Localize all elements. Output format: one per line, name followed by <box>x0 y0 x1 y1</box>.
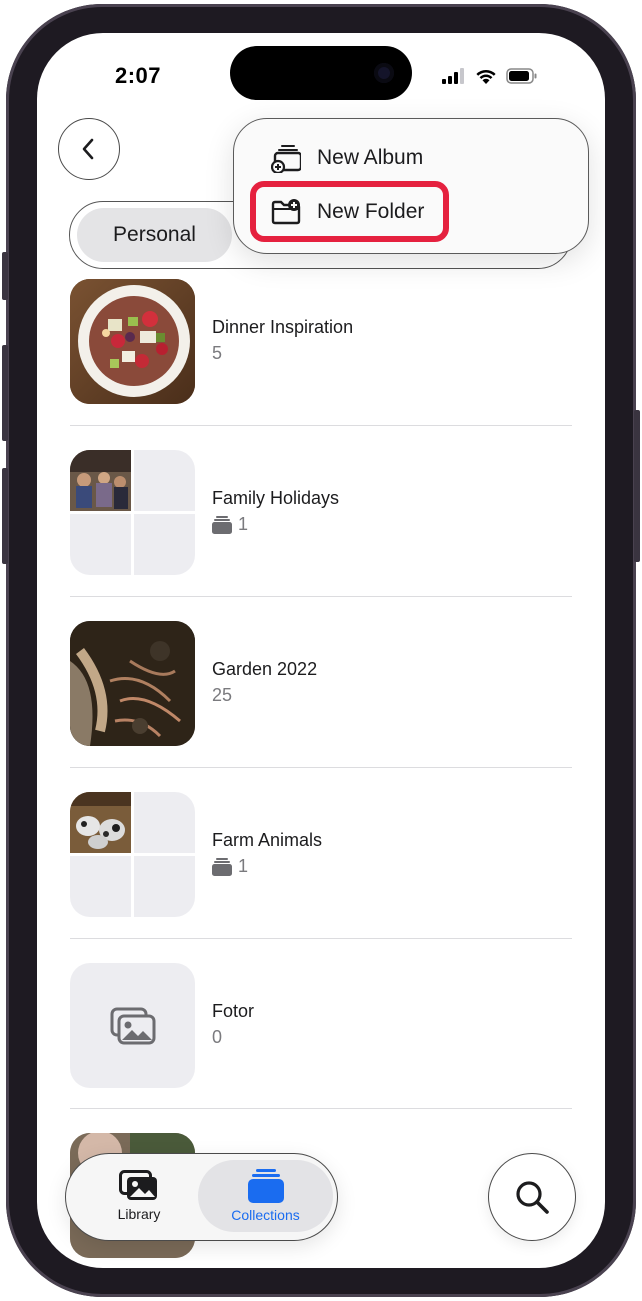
album-row-fotor[interactable]: Fotor 0 <box>70 963 572 1088</box>
folder-thumb-photo <box>70 450 131 511</box>
folder-thumb-empty <box>134 856 195 917</box>
volume-down-button <box>2 468 8 564</box>
row-divider <box>70 938 572 939</box>
album-count-value: 0 <box>212 1027 223 1047</box>
row-divider <box>70 1108 572 1109</box>
folder-title: Farm Animals <box>212 830 323 850</box>
animals-photo <box>70 792 131 853</box>
status-time: 2:07 <box>115 63 162 88</box>
album-thumbnail <box>70 621 195 746</box>
folder-thumbnail <box>70 450 195 575</box>
album-title: Dinner Inspiration <box>212 317 354 337</box>
photos-placeholder-icon <box>110 1007 155 1044</box>
folder-row-family-holidays[interactable]: Family Holidays 1 <box>70 450 572 575</box>
folder-count-value: 1 <box>238 514 249 534</box>
volume-up-button <box>2 345 8 441</box>
album-count: 5 <box>212 343 222 364</box>
dynamic-island <box>230 46 412 100</box>
tab-library-label: Library <box>117 1206 161 1222</box>
tab-collections[interactable]: Collections <box>198 1160 333 1232</box>
folder-thumb-photo <box>70 792 131 853</box>
new-folder-highlight-box <box>250 181 449 242</box>
album-title: Garden 2022 <box>212 659 318 679</box>
photo-library-icon <box>119 1170 157 1200</box>
floating-tab-bar: Library Collections <box>65 1153 338 1241</box>
row-divider <box>70 425 572 426</box>
album-row-garden-2022[interactable]: Garden 2022 25 <box>70 621 572 746</box>
album-count-value: 5 <box>212 343 223 363</box>
folder-thumb-empty <box>134 514 195 575</box>
folder-thumb-empty <box>134 450 195 511</box>
stack-icon <box>212 515 232 534</box>
album-title: Fotor <box>212 1001 255 1021</box>
salad-photo <box>70 279 195 404</box>
album-count: 25 <box>212 685 232 706</box>
search-icon <box>516 1181 549 1214</box>
folder-row-farm-animals[interactable]: Farm Animals 1 <box>70 792 572 917</box>
garden-photo <box>70 621 195 746</box>
action-button <box>2 252 8 300</box>
status-icons <box>442 67 538 85</box>
camera-icon <box>374 63 394 83</box>
new-album-icon <box>269 141 303 175</box>
row-divider <box>70 767 572 768</box>
tab-library[interactable]: Library <box>80 1160 198 1232</box>
screen: 2:07 Personal Dinner Inspiration 5 Famil… <box>37 33 605 1268</box>
back-button[interactable] <box>58 118 120 180</box>
folder-thumb-empty <box>70 514 131 575</box>
family-photo <box>70 450 131 511</box>
menu-item-new-album[interactable]: New Album <box>234 133 574 183</box>
power-button <box>634 410 640 562</box>
segment-personal[interactable]: Personal <box>77 208 232 262</box>
folder-title: Family Holidays <box>212 488 340 508</box>
folder-count-value: 1 <box>238 856 249 876</box>
menu-item-label: New Album <box>317 146 424 169</box>
row-divider <box>70 596 572 597</box>
album-count: 0 <box>212 1027 222 1048</box>
folder-count: 1 <box>212 514 248 535</box>
wifi-icon <box>476 69 496 84</box>
folder-count: 1 <box>212 856 248 877</box>
folder-thumb-empty <box>134 792 195 853</box>
folder-thumbnail <box>70 792 195 917</box>
stack-icon <box>212 857 232 876</box>
chevron-left-icon <box>82 138 94 160</box>
battery-icon <box>506 68 537 84</box>
folder-thumb-empty <box>70 856 131 917</box>
album-row-dinner-inspiration[interactable]: Dinner Inspiration 5 <box>70 279 572 404</box>
search-button[interactable] <box>488 1153 576 1241</box>
empty-album-thumbnail <box>70 963 195 1088</box>
collections-stack-icon <box>247 1169 284 1203</box>
album-thumbnail <box>70 279 195 404</box>
album-count-value: 25 <box>212 685 233 705</box>
signal-icon <box>442 68 464 84</box>
tab-collections-label: Collections <box>231 1207 300 1223</box>
